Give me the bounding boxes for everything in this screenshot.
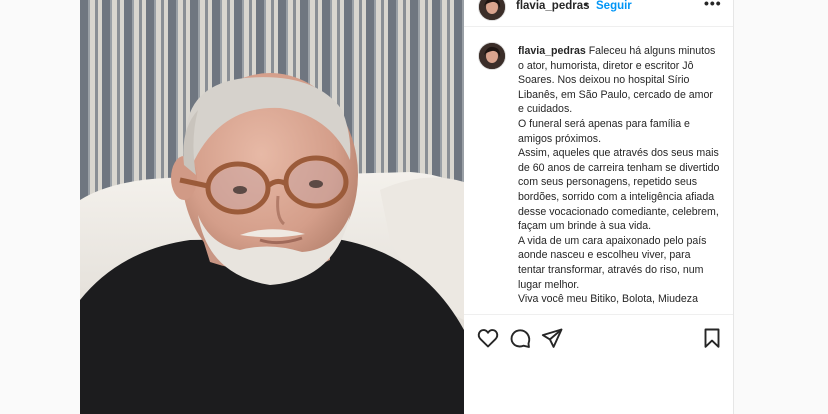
caption-paragraph: Assim, aqueles que através dos seus mais… bbox=[518, 147, 720, 233]
caption-avatar[interactable] bbox=[478, 42, 506, 70]
follow-button[interactable]: Seguir bbox=[596, 0, 632, 12]
caption-paragraph: Viva você meu Bitiko, Bolota, Miudeza bbox=[518, 293, 698, 306]
divider bbox=[733, 0, 734, 414]
separator-dot: • bbox=[584, 0, 588, 11]
post-photo[interactable] bbox=[80, 0, 464, 414]
more-options-icon[interactable]: ••• bbox=[704, 0, 722, 11]
bookmark-icon bbox=[704, 328, 720, 348]
save-button[interactable] bbox=[700, 326, 724, 350]
share-icon bbox=[541, 328, 563, 348]
avatar[interactable] bbox=[478, 0, 506, 21]
like-button[interactable] bbox=[476, 326, 500, 350]
post-photo-image bbox=[80, 0, 464, 414]
avatar-image bbox=[479, 43, 505, 69]
post-username-link[interactable]: flavia_pedras bbox=[516, 0, 590, 12]
post-header: flavia_pedras • Seguir ••• bbox=[464, 0, 733, 27]
action-bar bbox=[464, 314, 733, 361]
share-button[interactable] bbox=[540, 326, 564, 350]
comment-icon bbox=[510, 329, 531, 348]
caption-text: flavia_pedras Faleceu há alguns minutos … bbox=[518, 44, 720, 307]
caption-username-link[interactable]: flavia_pedras bbox=[518, 45, 586, 57]
page-background-right bbox=[734, 0, 828, 414]
page-background-left bbox=[0, 0, 80, 414]
caption-paragraph: A vida de um cara apaixonado pelo país a… bbox=[518, 234, 707, 291]
heart-icon bbox=[477, 329, 499, 348]
caption-paragraph: O funeral será apenas para família e ami… bbox=[518, 117, 690, 145]
post-sidebar: flavia_pedras • Seguir ••• flavia_pedras… bbox=[464, 0, 733, 414]
caption-scroll-area[interactable]: flavia_pedras Faleceu há alguns minutos … bbox=[464, 38, 733, 314]
comment-button[interactable] bbox=[508, 326, 532, 350]
avatar-image bbox=[479, 0, 505, 20]
